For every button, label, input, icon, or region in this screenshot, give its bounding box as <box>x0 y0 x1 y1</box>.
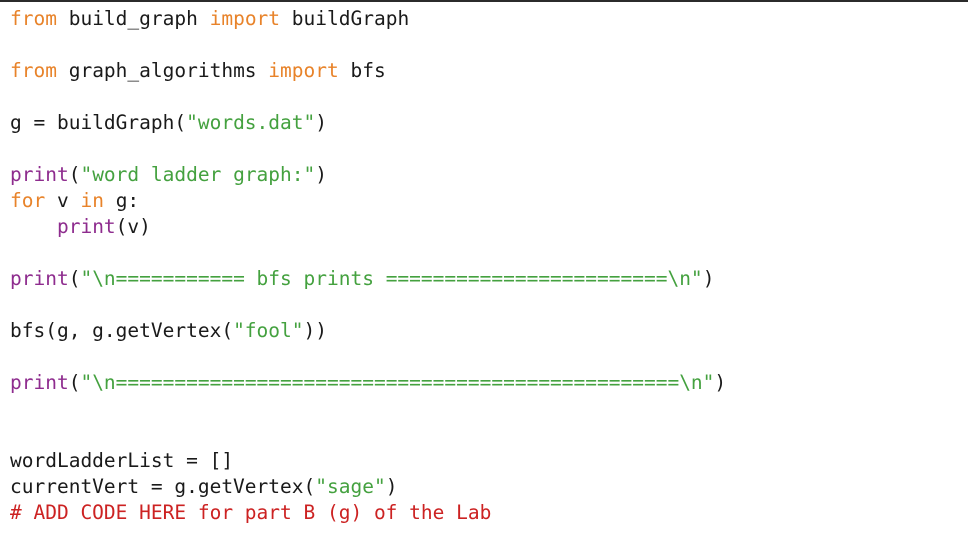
code-token-plain: )) <box>303 319 327 342</box>
code-token-plain: bfs(g, g.getVertex( <box>10 319 234 342</box>
code-token-plain: ) <box>315 111 327 134</box>
code-token-plain: ) <box>315 163 328 186</box>
code-token-plain: ) <box>385 475 398 498</box>
code-line[interactable] <box>10 84 968 110</box>
code-token-plain: (v) <box>115 215 151 238</box>
code-token-plain: graph_algorithms <box>56 59 269 82</box>
code-token-str: "sage" <box>315 475 386 498</box>
code-token-plain: ( <box>68 267 81 290</box>
code-token-str: "\n=====================================… <box>80 371 715 394</box>
code-token-kw: for <box>10 189 46 212</box>
code-token-str: "word ladder graph:" <box>80 163 316 186</box>
code-line[interactable]: from build_graph import buildGraph <box>10 6 968 32</box>
code-line[interactable]: wordLadderList = [] <box>10 448 968 474</box>
code-line[interactable]: print("\n=========== bfs prints ========… <box>10 266 968 292</box>
code-token-plain: wordLadderList = [] <box>10 449 234 472</box>
code-token-str: "fool" <box>233 319 304 342</box>
code-token-plain: g = buildGraph( <box>10 111 187 134</box>
code-line[interactable]: print("\n===============================… <box>10 370 968 396</box>
code-token-builtin: print <box>10 371 69 394</box>
code-token-comment: # ADD CODE HERE for part B (g) of the La… <box>10 501 492 524</box>
code-line[interactable]: print(v) <box>10 214 968 240</box>
code-line[interactable] <box>10 292 968 318</box>
code-token-plain: buildGraph <box>280 7 410 30</box>
code-token-builtin: print <box>10 267 69 290</box>
code-token-kw: from <box>10 59 57 82</box>
code-token-kw: from <box>10 7 57 30</box>
code-line[interactable]: g = buildGraph("words.dat") <box>10 110 968 136</box>
code-editor-pane[interactable]: from build_graph import buildGraph from … <box>0 0 968 560</box>
code-token-plain: currentVert = g.getVertex( <box>10 475 316 498</box>
code-token-plain: ) <box>714 371 727 394</box>
code-token-plain: ) <box>702 267 715 290</box>
code-line[interactable] <box>10 32 968 58</box>
code-line[interactable]: bfs(g, g.getVertex("fool")) <box>10 318 968 344</box>
code-text-area[interactable]: from build_graph import buildGraph from … <box>10 6 968 526</box>
code-token-builtin: print <box>10 163 69 186</box>
code-line[interactable]: currentVert = g.getVertex("sage") <box>10 474 968 500</box>
code-line[interactable]: from graph_algorithms import bfs <box>10 58 968 84</box>
code-token-plain: build_graph <box>56 7 210 30</box>
code-token-kw: import <box>209 7 281 30</box>
code-token-builtin: print <box>56 215 116 238</box>
code-token-plain: ( <box>68 163 81 186</box>
code-line[interactable]: # ADD CODE HERE for part B (g) of the La… <box>10 500 968 526</box>
code-token-str: "\n=========== bfs prints ==============… <box>80 267 703 290</box>
code-token-plain: bfs <box>338 59 386 82</box>
code-token-plain: ( <box>68 371 81 394</box>
code-line[interactable] <box>10 422 968 448</box>
code-line[interactable] <box>10 344 968 370</box>
code-line[interactable] <box>10 136 968 162</box>
code-line[interactable] <box>10 396 968 422</box>
code-token-plain: g: <box>103 189 140 212</box>
code-line[interactable]: print("word ladder graph:") <box>10 162 968 188</box>
code-token-kw: in <box>80 189 104 212</box>
code-token-plain: v <box>45 189 81 212</box>
code-token-str: "words.dat" <box>186 111 316 134</box>
code-line[interactable]: for v in g: <box>10 188 968 214</box>
code-line[interactable] <box>10 240 968 266</box>
code-token-kw: import <box>268 59 339 82</box>
